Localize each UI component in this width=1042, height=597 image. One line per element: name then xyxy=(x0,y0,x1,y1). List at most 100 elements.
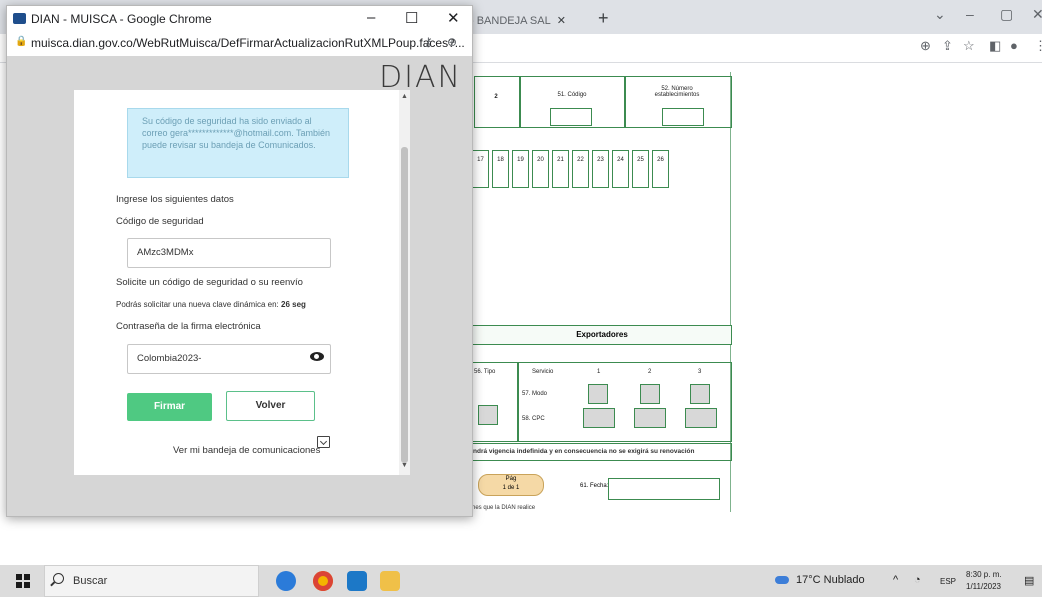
clock-time[interactable]: 8:30 p. m. xyxy=(966,570,1002,579)
bandeja-link[interactable]: Ver mi bandeja de comunicaciones xyxy=(173,445,320,456)
background-tab-label: - BANDEJA SAL xyxy=(470,14,551,27)
password-key-icon[interactable]: ⚷ xyxy=(424,35,433,49)
zoom-icon[interactable]: ⊕ xyxy=(447,35,457,49)
taskbar: Buscar 17°C Nublado ^ ◔ ESP 8:30 p. m. 1… xyxy=(0,565,1042,597)
contrasena-label: Contraseña de la firma electrónica xyxy=(116,321,261,332)
mail-icon[interactable] xyxy=(347,571,367,591)
modo-input-3[interactable] xyxy=(690,384,710,404)
cpc-label: 58. CPC xyxy=(522,416,545,422)
number-cell[interactable]: 18 xyxy=(492,150,509,188)
volver-button[interactable]: Volver xyxy=(226,391,315,421)
wifi-icon[interactable]: ◔ xyxy=(914,574,921,586)
solicite-codigo-link[interactable]: Solicite un código de seguridad o su ree… xyxy=(116,277,303,288)
popup-minimize-icon[interactable]: – xyxy=(367,9,375,26)
cpc-input-1[interactable] xyxy=(583,408,615,428)
number-cell[interactable]: 23 xyxy=(592,150,609,188)
vigencia-notice: ndrá vigencia indefinida y en consecuenc… xyxy=(472,443,732,461)
number-cell[interactable]: 26 xyxy=(652,150,669,188)
weather-cloud-icon xyxy=(775,576,789,584)
file-explorer-icon[interactable] xyxy=(380,571,400,591)
form-label-establecimientos: 52. Número establecimientos xyxy=(654,86,700,98)
establecimientos-input[interactable] xyxy=(662,108,704,126)
cpc-input-3[interactable] xyxy=(685,408,717,428)
search-placeholder: Buscar xyxy=(73,575,108,587)
number-cell[interactable]: 24 xyxy=(612,150,629,188)
codigo-seguridad-input[interactable]: AMzc3MDMx xyxy=(127,238,331,268)
language-indicator[interactable]: ESP xyxy=(940,577,956,586)
number-cell[interactable]: 19 xyxy=(512,150,529,188)
restore-icon[interactable]: ▢ xyxy=(1000,6,1013,23)
zoom-icon[interactable]: ⊕ xyxy=(920,38,931,54)
tray-chevron-icon[interactable]: ^ xyxy=(893,574,898,586)
number-cell[interactable]: 22 xyxy=(572,150,589,188)
side-panel-icon[interactable]: ◧ xyxy=(989,38,1001,54)
tipo-label: 56. Tipo xyxy=(474,369,496,375)
share-icon[interactable]: ⇪ xyxy=(942,38,953,54)
cpc-input-2[interactable] xyxy=(634,408,666,428)
scroll-up-icon[interactable]: ▲ xyxy=(401,93,408,100)
page-indicator: Pág 1 de 1 xyxy=(478,474,544,496)
inbox-icon[interactable] xyxy=(317,436,330,448)
col2-label: 2 xyxy=(648,369,652,375)
nueva-clave-text: Podrás solicitar una nueva clave dinámic… xyxy=(116,300,306,309)
form-label-codigo: 51. Código xyxy=(557,92,587,98)
modo-input-2[interactable] xyxy=(640,384,660,404)
bottom-note: nes que la DIAN realice xyxy=(472,505,536,511)
page-label: Pág xyxy=(505,476,517,482)
info-message: Su código de seguridad ha sido enviado a… xyxy=(127,108,349,178)
codigo-input[interactable] xyxy=(550,108,592,126)
form-label-2: 2 xyxy=(494,94,498,100)
show-password-eye-icon[interactable] xyxy=(310,352,324,361)
modo-label: 57. Modo xyxy=(522,391,548,397)
col3-label: 3 xyxy=(698,369,702,375)
servicio-label: Servicio xyxy=(532,369,554,375)
popup-maximize-icon[interactable]: ☐ xyxy=(405,9,418,27)
page-value: 1 de 1 xyxy=(502,485,520,491)
background-tab[interactable]: - BANDEJA SAL ✕ xyxy=(470,7,575,34)
number-cell[interactable]: 17 xyxy=(472,150,489,188)
scroll-down-icon[interactable]: ▼ xyxy=(401,462,408,469)
chevron-down-icon[interactable]: ⌄ xyxy=(934,6,946,23)
lock-icon: 🔒 xyxy=(15,36,28,47)
modo-input-1[interactable] xyxy=(588,384,608,404)
nueva-clave-countdown: 26 seg xyxy=(281,300,306,309)
number-cell-row: 17 18 19 20 21 22 23 24 25 26 xyxy=(472,150,672,188)
new-tab-icon[interactable]: + xyxy=(598,8,609,29)
firma-popup-window: DIAN - MUISCA - Google Chrome – ☐ ✕ 🔒 mu… xyxy=(6,5,473,517)
tipo-input[interactable] xyxy=(478,405,498,425)
number-cell[interactable]: 25 xyxy=(632,150,649,188)
contrasena-input[interactable]: Colombia2023- xyxy=(127,344,331,374)
edge-icon[interactable] xyxy=(276,571,296,591)
codigo-label: Código de seguridad xyxy=(116,216,204,227)
clock-date[interactable]: 1/11/2023 xyxy=(966,582,1001,591)
number-cell[interactable]: 20 xyxy=(532,150,549,188)
panel-scrollbar[interactable]: ▲ ▼ xyxy=(399,90,410,475)
fecha-input[interactable] xyxy=(608,478,720,500)
fecha-label: 61. Fecha: xyxy=(580,483,609,489)
form-box-2 xyxy=(474,76,521,128)
chrome-icon[interactable] xyxy=(313,571,333,591)
firmar-button[interactable]: Firmar xyxy=(127,393,212,421)
menu-icon[interactable]: ⋮ xyxy=(1034,38,1042,54)
close-icon[interactable]: ✕ xyxy=(1032,6,1042,23)
profile-icon[interactable]: ● xyxy=(1010,38,1018,53)
taskbar-search[interactable]: Buscar xyxy=(44,565,259,597)
windows-start-icon[interactable] xyxy=(16,574,30,588)
popup-close-icon[interactable]: ✕ xyxy=(447,9,460,27)
weather-text[interactable]: 17°C Nublado xyxy=(796,574,865,586)
firma-panel: Su código de seguridad ha sido enviado a… xyxy=(74,90,400,475)
bookmark-star-icon[interactable]: ☆ xyxy=(963,38,975,54)
popup-title: DIAN - MUISCA - Google Chrome xyxy=(31,12,212,26)
dian-favicon-icon xyxy=(13,13,26,24)
scroll-thumb[interactable] xyxy=(401,147,408,463)
nueva-clave-label: Podrás solicitar una nueva clave dinámic… xyxy=(116,300,279,309)
notifications-icon[interactable]: ▤ xyxy=(1024,574,1034,587)
tab-close-icon[interactable]: ✕ xyxy=(557,14,566,27)
col1-label: 1 xyxy=(597,369,601,375)
popup-url[interactable]: muisca.dian.gov.co/WebRutMuisca/DefFirma… xyxy=(31,36,465,50)
ingrese-label: Ingrese los siguientes datos xyxy=(116,194,234,205)
contrasena-value: Colombia2023- xyxy=(137,353,202,364)
number-cell[interactable]: 21 xyxy=(552,150,569,188)
search-icon xyxy=(53,573,64,584)
minimize-icon[interactable]: – xyxy=(966,6,974,22)
